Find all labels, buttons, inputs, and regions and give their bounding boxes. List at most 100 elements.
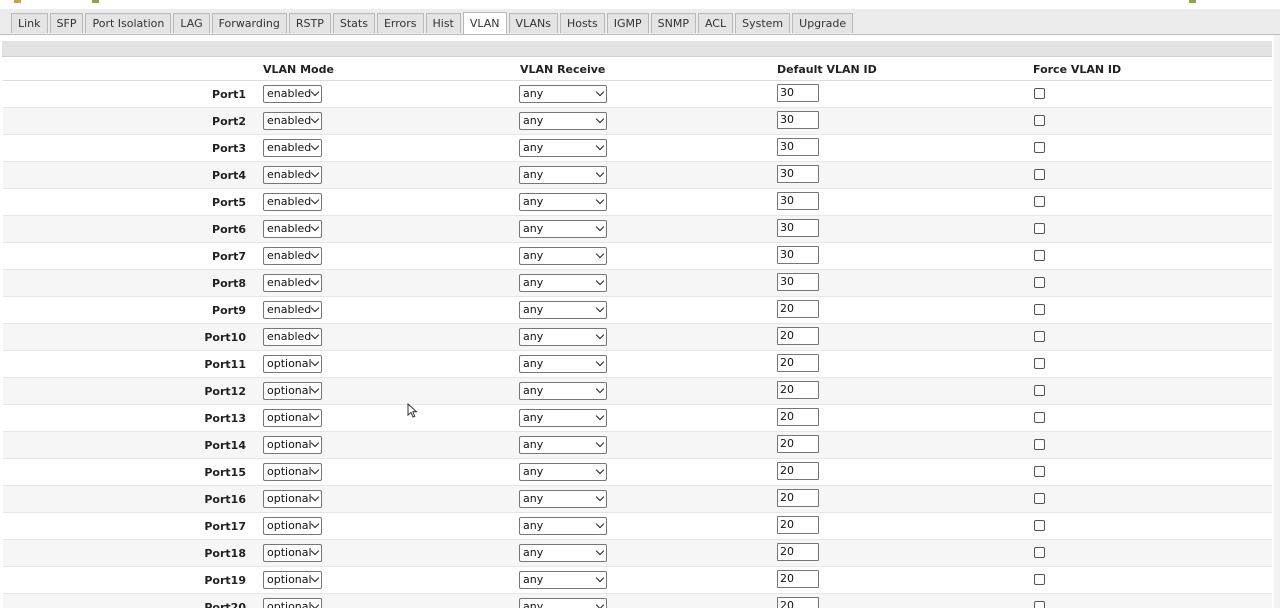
default-vlan-id-input[interactable]: 20 bbox=[777, 489, 819, 507]
default-vlan-id-input[interactable]: 20 bbox=[777, 381, 819, 399]
vlan-mode-select[interactable]: optional bbox=[263, 436, 322, 454]
tab-lag[interactable]: LAG bbox=[173, 13, 210, 33]
default-vlan-id-input[interactable]: 20 bbox=[777, 570, 819, 588]
vlan-mode-select[interactable]: optional bbox=[263, 355, 322, 373]
vlan-mode-select[interactable]: optional bbox=[263, 409, 322, 427]
tab-stats[interactable]: Stats bbox=[332, 13, 375, 33]
tab-upgrade[interactable]: Upgrade bbox=[792, 13, 854, 33]
default-vlan-id-input[interactable]: 30 bbox=[777, 138, 819, 156]
default-vlan-id-input[interactable]: 20 bbox=[777, 300, 819, 318]
default-vlan-id-input[interactable]: 30 bbox=[777, 111, 819, 129]
vlan-mode-select[interactable]: enabled bbox=[263, 166, 322, 184]
tab-igmp[interactable]: IGMP bbox=[606, 13, 649, 33]
vlan-mode-select[interactable]: optional bbox=[263, 598, 322, 608]
vlan-mode-select[interactable]: enabled bbox=[263, 139, 322, 157]
default-vlan-id-input[interactable]: 20 bbox=[777, 408, 819, 426]
vlan-receive-select[interactable]: any bbox=[519, 355, 607, 373]
default-vlan-id-input[interactable]: 20 bbox=[777, 354, 819, 372]
vlan-mode-select[interactable]: optional bbox=[263, 463, 322, 481]
table-row: Port20 optional any 20 bbox=[3, 594, 1272, 608]
vlan-receive-select[interactable]: any bbox=[519, 328, 607, 346]
vlan-mode-select[interactable]: enabled bbox=[263, 220, 322, 238]
vlan-receive-select[interactable]: any bbox=[519, 301, 607, 319]
default-vlan-id-input[interactable]: 30 bbox=[777, 84, 819, 102]
vlan-mode-select[interactable]: optional bbox=[263, 490, 322, 508]
force-vlan-id-checkbox[interactable] bbox=[1034, 466, 1045, 477]
vlan-receive-select[interactable]: any bbox=[519, 85, 607, 103]
vlan-mode-select[interactable]: optional bbox=[263, 544, 322, 562]
vlan-receive-select[interactable]: any bbox=[519, 112, 607, 130]
tab-hosts[interactable]: Hosts bbox=[559, 13, 605, 33]
force-vlan-id-checkbox[interactable] bbox=[1034, 601, 1045, 608]
tab-sfp[interactable]: SFP bbox=[49, 13, 84, 33]
vlan-receive-select[interactable]: any bbox=[519, 517, 607, 535]
vlan-mode-select[interactable]: optional bbox=[263, 382, 322, 400]
vlan-mode-select[interactable]: enabled bbox=[263, 247, 322, 265]
force-vlan-id-checkbox[interactable] bbox=[1034, 493, 1045, 504]
vlan-receive-select[interactable]: any bbox=[519, 463, 607, 481]
default-vlan-id-input[interactable]: 20 bbox=[777, 597, 819, 608]
force-vlan-id-checkbox[interactable] bbox=[1034, 250, 1045, 261]
vlan-mode-select[interactable]: enabled bbox=[263, 112, 322, 130]
vlan-receive-select[interactable]: any bbox=[519, 571, 607, 589]
default-vlan-id-input[interactable]: 30 bbox=[777, 192, 819, 210]
vlan-receive-select[interactable]: any bbox=[519, 274, 607, 292]
force-vlan-id-checkbox[interactable] bbox=[1034, 547, 1045, 558]
force-vlan-id-checkbox[interactable] bbox=[1034, 196, 1045, 207]
tab-snmp[interactable]: SNMP bbox=[650, 13, 696, 33]
vlan-receive-select[interactable]: any bbox=[519, 409, 607, 427]
force-vlan-id-checkbox[interactable] bbox=[1034, 304, 1045, 315]
scrollbar[interactable] bbox=[1274, 35, 1280, 608]
default-vlan-id-input[interactable]: 20 bbox=[777, 516, 819, 534]
tab-rstp[interactable]: RSTP bbox=[288, 13, 331, 33]
tab-vlan[interactable]: VLAN bbox=[462, 12, 507, 34]
force-vlan-id-checkbox[interactable] bbox=[1034, 520, 1045, 531]
force-vlan-id-checkbox[interactable] bbox=[1034, 169, 1045, 180]
force-vlan-id-checkbox[interactable] bbox=[1034, 142, 1045, 153]
force-vlan-id-checkbox[interactable] bbox=[1034, 88, 1045, 99]
vlan-receive-select[interactable]: any bbox=[519, 220, 607, 238]
default-vlan-id-input[interactable]: 20 bbox=[777, 543, 819, 561]
vlan-mode-select[interactable]: enabled bbox=[263, 301, 322, 319]
default-vlan-id-input[interactable]: 30 bbox=[777, 246, 819, 264]
vlan-receive-select[interactable]: any bbox=[519, 193, 607, 211]
tab-system[interactable]: System bbox=[735, 13, 791, 33]
vlan-mode-select[interactable]: enabled bbox=[263, 193, 322, 211]
vlan-mode-select[interactable]: optional bbox=[263, 571, 322, 589]
tab-hist[interactable]: Hist bbox=[425, 13, 461, 33]
default-vlan-id-input[interactable]: 20 bbox=[777, 462, 819, 480]
force-vlan-id-checkbox[interactable] bbox=[1034, 331, 1045, 342]
vlan-receive-select[interactable]: any bbox=[519, 598, 607, 608]
vlan-receive-select[interactable]: any bbox=[519, 544, 607, 562]
default-vlan-id-input[interactable]: 30 bbox=[777, 219, 819, 237]
force-vlan-id-checkbox[interactable] bbox=[1034, 574, 1045, 585]
vlan-mode-select[interactable]: optional bbox=[263, 517, 322, 535]
vlan-mode-select[interactable]: enabled bbox=[263, 328, 322, 346]
force-vlan-id-checkbox[interactable] bbox=[1034, 385, 1045, 396]
force-vlan-id-checkbox[interactable] bbox=[1034, 115, 1045, 126]
tab-acl[interactable]: ACL bbox=[697, 13, 734, 33]
vlan-receive-value: any bbox=[523, 357, 544, 370]
vlan-receive-select[interactable]: any bbox=[519, 382, 607, 400]
vlan-receive-select[interactable]: any bbox=[519, 139, 607, 157]
vlan-receive-select[interactable]: any bbox=[519, 436, 607, 454]
default-vlan-id-input[interactable]: 30 bbox=[777, 273, 819, 291]
default-vlan-id-input[interactable]: 20 bbox=[777, 327, 819, 345]
default-vlan-id-input[interactable]: 20 bbox=[777, 435, 819, 453]
vlan-receive-select[interactable]: any bbox=[519, 247, 607, 265]
vlan-mode-select[interactable]: enabled bbox=[263, 85, 322, 103]
tab-port-isolation[interactable]: Port Isolation bbox=[85, 13, 172, 33]
force-vlan-id-checkbox[interactable] bbox=[1034, 358, 1045, 369]
force-vlan-id-checkbox[interactable] bbox=[1034, 277, 1045, 288]
force-vlan-id-checkbox[interactable] bbox=[1034, 223, 1045, 234]
tab-vlans[interactable]: VLANs bbox=[508, 13, 558, 33]
tab-forwarding[interactable]: Forwarding bbox=[211, 13, 287, 33]
vlan-mode-select[interactable]: enabled bbox=[263, 274, 322, 292]
tab-errors[interactable]: Errors bbox=[376, 13, 424, 33]
tab-link[interactable]: Link bbox=[11, 13, 48, 33]
vlan-receive-select[interactable]: any bbox=[519, 490, 607, 508]
vlan-receive-select[interactable]: any bbox=[519, 166, 607, 184]
force-vlan-id-checkbox[interactable] bbox=[1034, 439, 1045, 450]
force-vlan-id-checkbox[interactable] bbox=[1034, 412, 1045, 423]
default-vlan-id-input[interactable]: 30 bbox=[777, 165, 819, 183]
